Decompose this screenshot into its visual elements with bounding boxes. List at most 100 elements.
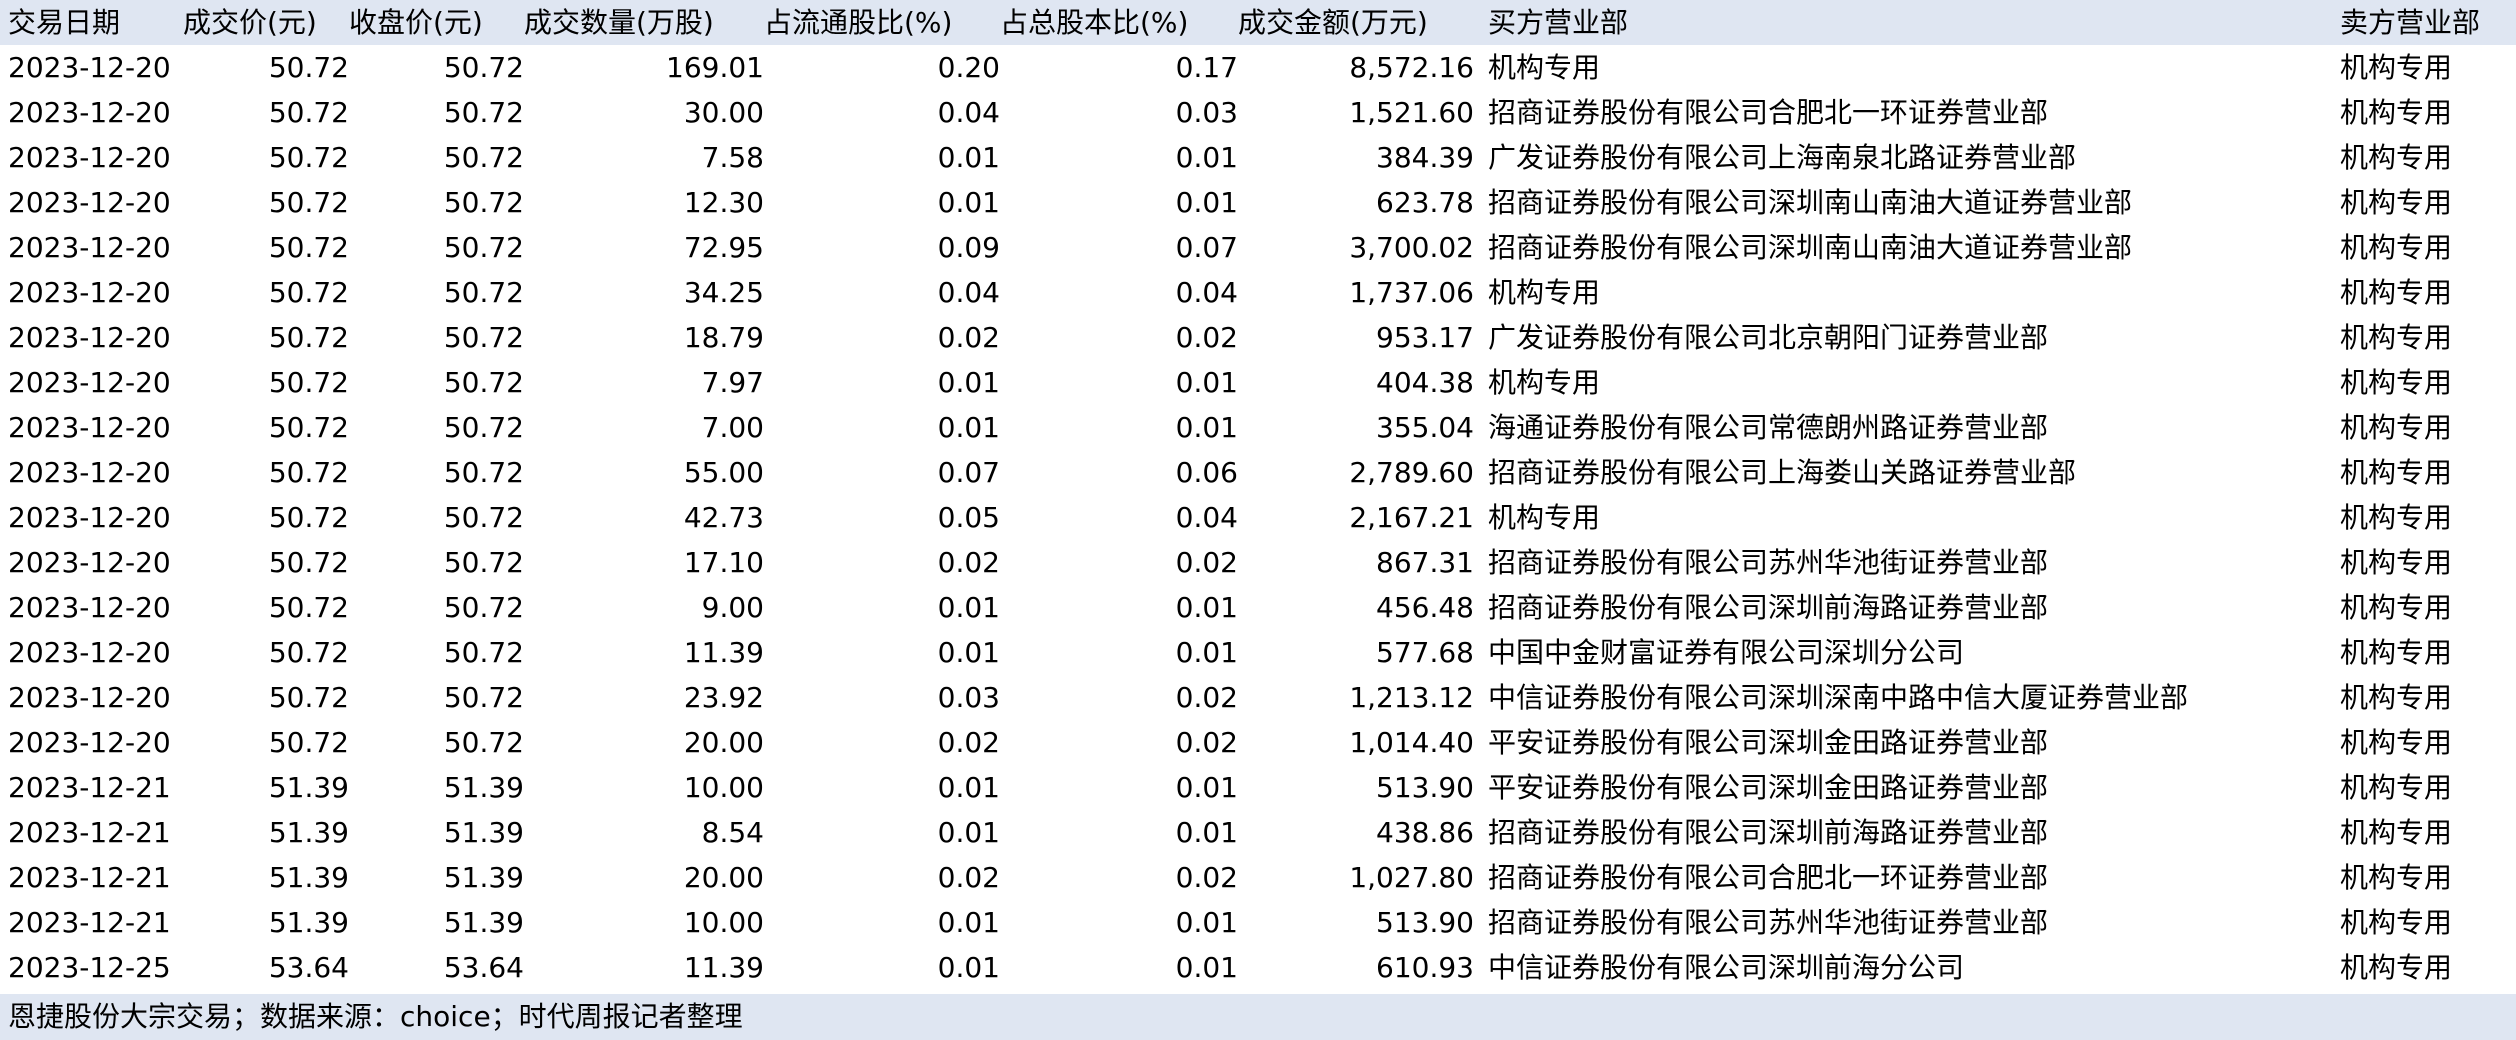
table-row: 2023-12-20 50.72 50.72 18.79 0.02 0.02 953.17 广… bbox=[0, 315, 2516, 360]
cell-total-pct: 0.04 bbox=[1175, 275, 1238, 309]
cell-date: 2023-12-20 bbox=[8, 50, 171, 84]
cell-close: 50.72 bbox=[443, 140, 524, 174]
table-row: 2023-12-20 50.72 50.72 11.39 0.01 0.01 577.68 中… bbox=[0, 630, 2516, 675]
cell-seller: 机构专用 bbox=[2340, 140, 2453, 174]
cell-float-pct: 0.03 bbox=[937, 680, 1000, 714]
cell-total-pct: 0.17 bbox=[1175, 50, 1238, 84]
cell-buyer: 招商证券股份有限公司上海娄山关路证券营业部 bbox=[1488, 455, 2077, 489]
cell-amount: 577.68 bbox=[1376, 635, 1474, 669]
cell-close: 50.72 bbox=[443, 545, 524, 579]
cell-seller: 机构专用 bbox=[2340, 410, 2453, 444]
cell-close: 50.72 bbox=[443, 500, 524, 534]
cell-close: 50.72 bbox=[443, 95, 524, 129]
table-row: 2023-12-21 51.39 51.39 10.00 0.01 0.01 513.90 平… bbox=[0, 765, 2516, 810]
cell-close: 51.39 bbox=[443, 860, 524, 894]
cell-float-pct: 0.01 bbox=[937, 770, 1000, 804]
cell-price: 50.72 bbox=[268, 725, 349, 759]
cell-date: 2023-12-20 bbox=[8, 140, 171, 174]
cell-total-pct: 0.01 bbox=[1175, 905, 1238, 939]
cell-seller: 机构专用 bbox=[2340, 545, 2453, 579]
cell-amount: 1,027.80 bbox=[1349, 860, 1474, 894]
cell-seller: 机构专用 bbox=[2340, 185, 2453, 219]
cell-date: 2023-12-20 bbox=[8, 590, 171, 624]
cell-close: 50.72 bbox=[443, 680, 524, 714]
cell-buyer: 机构专用 bbox=[1488, 275, 1601, 309]
cell-seller: 机构专用 bbox=[2340, 770, 2453, 804]
cell-amount: 953.17 bbox=[1376, 320, 1474, 354]
cell-float-pct: 0.01 bbox=[937, 185, 1000, 219]
cell-buyer: 中国中金财富证券有限公司深圳分公司 bbox=[1488, 635, 1965, 669]
cell-amount: 355.04 bbox=[1376, 410, 1474, 444]
cell-float-pct: 0.01 bbox=[937, 140, 1000, 174]
cell-price: 53.64 bbox=[268, 950, 349, 984]
cell-volume: 11.39 bbox=[683, 950, 764, 984]
cell-amount: 513.90 bbox=[1376, 770, 1474, 804]
header-buyer: 买方营业部 bbox=[1488, 5, 1629, 39]
cell-price: 50.72 bbox=[268, 680, 349, 714]
cell-buyer: 广发证券股份有限公司北京朝阳门证券营业部 bbox=[1488, 320, 2049, 354]
cell-price: 50.72 bbox=[268, 95, 349, 129]
cell-date: 2023-12-21 bbox=[8, 815, 171, 849]
cell-date: 2023-12-20 bbox=[8, 725, 171, 759]
cell-total-pct: 0.02 bbox=[1175, 545, 1238, 579]
cell-float-pct: 0.01 bbox=[937, 905, 1000, 939]
cell-price: 50.72 bbox=[268, 140, 349, 174]
cell-volume: 23.92 bbox=[683, 680, 764, 714]
table-row: 2023-12-20 50.72 50.72 42.73 0.05 0.04 2,167.2… bbox=[0, 495, 2516, 540]
cell-amount: 8,572.16 bbox=[1349, 50, 1474, 84]
cell-volume: 7.97 bbox=[701, 365, 764, 399]
cell-date: 2023-12-20 bbox=[8, 275, 171, 309]
cell-seller: 机构专用 bbox=[2340, 455, 2453, 489]
cell-price: 50.72 bbox=[268, 500, 349, 534]
cell-date: 2023-12-20 bbox=[8, 230, 171, 264]
cell-total-pct: 0.02 bbox=[1175, 680, 1238, 714]
cell-amount: 1,521.60 bbox=[1349, 95, 1474, 129]
cell-float-pct: 0.02 bbox=[937, 725, 1000, 759]
cell-amount: 3,700.02 bbox=[1349, 230, 1474, 264]
cell-date: 2023-12-20 bbox=[8, 185, 171, 219]
cell-float-pct: 0.04 bbox=[937, 95, 1000, 129]
cell-seller: 机构专用 bbox=[2340, 365, 2453, 399]
cell-float-pct: 0.01 bbox=[937, 410, 1000, 444]
cell-price: 50.72 bbox=[268, 455, 349, 489]
cell-price: 51.39 bbox=[268, 905, 349, 939]
cell-total-pct: 0.01 bbox=[1175, 410, 1238, 444]
cell-close: 50.72 bbox=[443, 320, 524, 354]
cell-total-pct: 0.04 bbox=[1175, 500, 1238, 534]
cell-seller: 机构专用 bbox=[2340, 500, 2453, 534]
cell-buyer: 机构专用 bbox=[1488, 500, 1601, 534]
cell-float-pct: 0.01 bbox=[937, 635, 1000, 669]
cell-total-pct: 0.02 bbox=[1175, 320, 1238, 354]
cell-total-pct: 0.01 bbox=[1175, 590, 1238, 624]
cell-close: 51.39 bbox=[443, 905, 524, 939]
cell-date: 2023-12-20 bbox=[8, 545, 171, 579]
cell-float-pct: 0.05 bbox=[937, 500, 1000, 534]
cell-price: 50.72 bbox=[268, 230, 349, 264]
cell-amount: 1,737.06 bbox=[1349, 275, 1474, 309]
cell-seller: 机构专用 bbox=[2340, 680, 2453, 714]
table-row: 2023-12-20 50.72 50.72 7.58 0.01 0.01 384.39 广发… bbox=[0, 135, 2516, 180]
cell-close: 50.72 bbox=[443, 455, 524, 489]
cell-close: 50.72 bbox=[443, 410, 524, 444]
cell-price: 50.72 bbox=[268, 50, 349, 84]
table-body: 2023-12-20 50.72 50.72 169.01 0.20 0.17 8,572.… bbox=[0, 45, 2516, 990]
cell-buyer: 平安证券股份有限公司深圳金田路证券营业部 bbox=[1488, 725, 2049, 759]
cell-total-pct: 0.02 bbox=[1175, 860, 1238, 894]
cell-close: 51.39 bbox=[443, 770, 524, 804]
cell-volume: 18.79 bbox=[683, 320, 764, 354]
table-row: 2023-12-20 50.72 50.72 30.00 0.04 0.03 1,521.6… bbox=[0, 90, 2516, 135]
cell-date: 2023-12-20 bbox=[8, 455, 171, 489]
cell-close: 50.72 bbox=[443, 635, 524, 669]
cell-float-pct: 0.02 bbox=[937, 320, 1000, 354]
cell-buyer: 中信证券股份有限公司深圳深南中路中信大厦证券营业部 bbox=[1488, 680, 2189, 714]
page: 交易日期 成交价(元) 收盘价(元) 成交数量(万股) 占流通股比(%) 占总股… bbox=[0, 0, 2516, 1040]
cell-price: 50.72 bbox=[268, 635, 349, 669]
cell-volume: 11.39 bbox=[683, 635, 764, 669]
cell-buyer: 招商证券股份有限公司合肥北一环证券营业部 bbox=[1488, 95, 2049, 129]
table-row: 2023-12-20 50.72 50.72 72.95 0.09 0.07 3,700.0… bbox=[0, 225, 2516, 270]
table-row: 2023-12-20 50.72 50.72 23.92 0.03 0.02 1,213.1… bbox=[0, 675, 2516, 720]
cell-buyer: 招商证券股份有限公司深圳前海路证券营业部 bbox=[1488, 815, 2049, 849]
cell-total-pct: 0.02 bbox=[1175, 725, 1238, 759]
cell-price: 50.72 bbox=[268, 365, 349, 399]
cell-volume: 20.00 bbox=[683, 725, 764, 759]
